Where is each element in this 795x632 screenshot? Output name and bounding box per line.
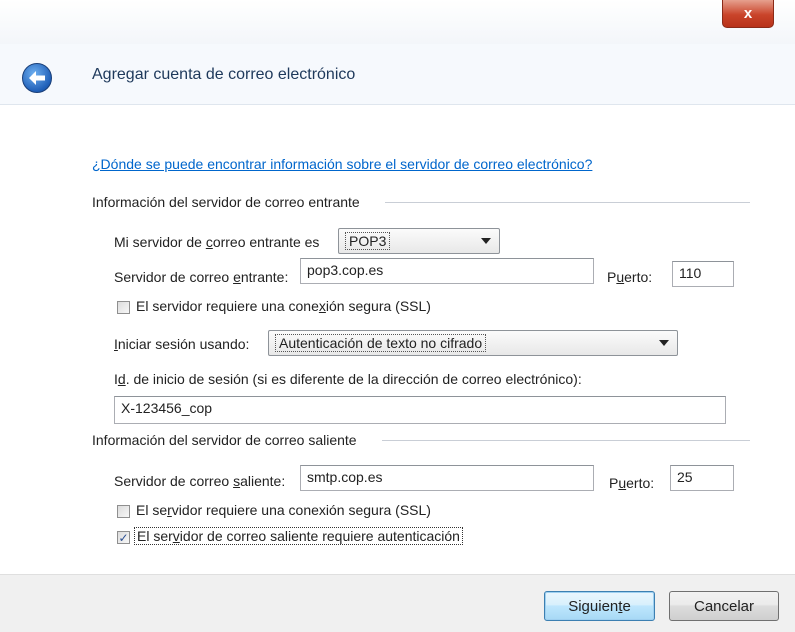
logon-method-label: Iniciar sesión usando: [114,336,250,352]
outgoing-port-label: Puerto: [609,475,655,491]
logon-id-input[interactable]: X-123456_cop [114,396,726,424]
logon-id-label: Id. de inicio de sesión (si es diferente… [114,371,582,387]
back-button[interactable] [22,63,52,93]
outgoing-server-input[interactable]: smtp.cop.es [300,465,594,491]
incoming-server-input[interactable]: pop3.cop.es [300,258,594,284]
close-icon: x [743,5,753,22]
outgoing-auth-label: El servidor de correo saliente requiere … [134,527,463,545]
outgoing-auth-checkbox[interactable]: ✓ [117,531,130,544]
outgoing-port-input[interactable]: 25 [670,465,734,491]
chevron-down-icon [659,340,669,346]
logon-method-select[interactable]: Autenticación de texto no cifrado [268,330,678,356]
checkmark-icon: ✓ [118,530,129,545]
outgoing-group-divider [382,440,750,441]
help-link[interactable]: ¿Dónde se puede encontrar información so… [92,156,592,172]
title-bar [0,0,795,44]
incoming-ssl-checkbox[interactable] [117,301,130,314]
incoming-type-label: Mi servidor de correo entrante es [114,234,320,250]
page-title: Agregar cuenta de correo electrónico [92,66,356,83]
incoming-ssl-label: El servidor requiere una conexión segura… [136,298,431,314]
incoming-group-label: Información del servidor de correo entra… [92,194,360,210]
logon-method-value: Autenticación de texto no cifrado [275,334,487,352]
outgoing-server-label: Servidor de correo saliente: [114,473,286,489]
outgoing-ssl-label: El servidor requiere una conexión segura… [136,502,431,518]
close-button[interactable]: x [722,0,774,28]
incoming-type-value: POP3 [345,232,391,250]
back-arrow-icon [29,71,45,85]
chevron-down-icon [481,238,491,244]
incoming-port-label: Puerto: [607,269,653,285]
dialog-window: x Agregar cuenta de correo electrónico ¿… [0,0,795,632]
incoming-group-divider [385,202,750,203]
outgoing-ssl-checkbox[interactable] [117,505,130,518]
incoming-server-label: Servidor de correo entrante: [114,269,289,285]
next-button[interactable]: Siguien t e [544,591,655,621]
incoming-type-select[interactable]: POP3 [338,228,500,254]
incoming-port-input[interactable]: 110 [672,261,734,287]
cancel-button[interactable]: Cancelar [669,591,779,621]
outgoing-group-label: Información del servidor de correo salie… [92,432,357,448]
